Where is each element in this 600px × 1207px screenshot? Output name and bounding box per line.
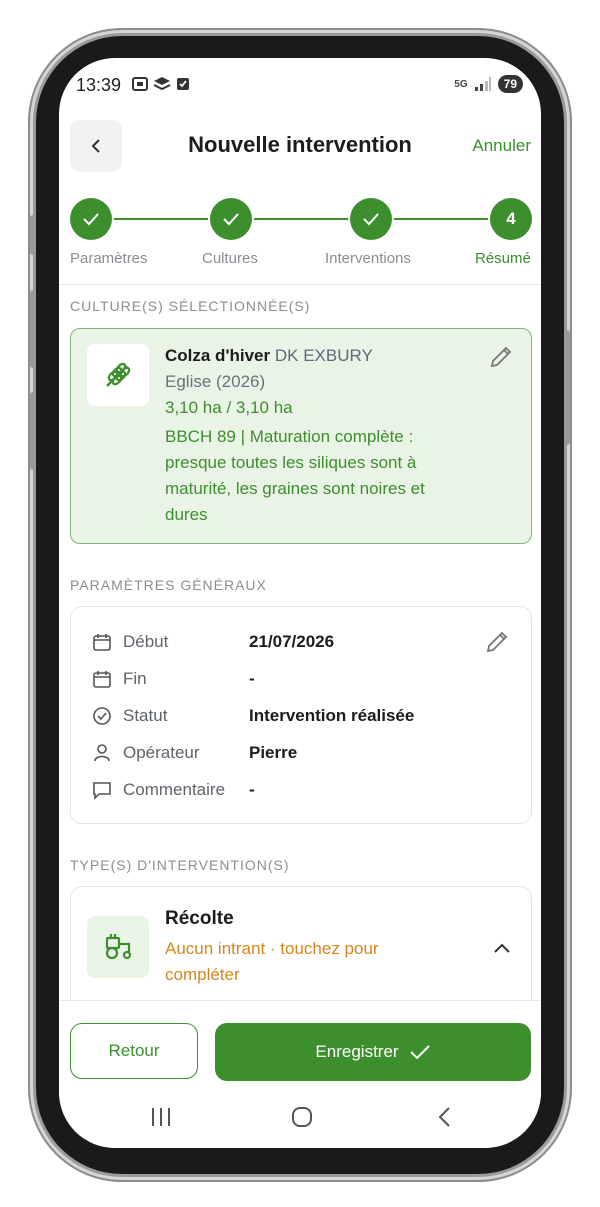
- recent-apps-icon[interactable]: [149, 1106, 173, 1135]
- cancel-button[interactable]: Annuler: [472, 136, 531, 156]
- check-icon: [223, 213, 239, 226]
- step-label-resume: Résumé: [475, 250, 531, 267]
- plot-name: Eglise (2026): [165, 372, 266, 391]
- phone-side-button: [564, 330, 570, 445]
- step-label-interventions: Interventions: [325, 250, 411, 267]
- app-screen: 13:39 5G 79 Nouvelle intervention Annule…: [59, 58, 541, 1148]
- status-right: 5G 79: [454, 75, 523, 93]
- signal-icon: [474, 77, 491, 91]
- step-3-check[interactable]: [350, 198, 392, 240]
- param-label-statut: Statut: [123, 706, 168, 725]
- bbch-stage: BBCH 89 | Maturation complète : presque …: [165, 427, 425, 524]
- intervention-type-name: Récolte: [165, 908, 234, 929]
- param-value-operateur: Pierre: [249, 743, 298, 762]
- home-icon[interactable]: [290, 1106, 314, 1135]
- intervention-type-status: Aucun intrant · touchez pour compléter: [165, 939, 379, 984]
- edit-params-pencil-icon[interactable]: [484, 629, 510, 655]
- enregistrer-button[interactable]: Enregistrer: [215, 1023, 531, 1081]
- network-label: 5G: [454, 78, 468, 90]
- crop-name: Colza d'hiver: [165, 346, 271, 365]
- battery-indicator: 79: [497, 75, 523, 93]
- step-1-check[interactable]: [70, 198, 112, 240]
- comment-icon: [92, 778, 112, 802]
- culture-name: Colza d'hiver DK EXBURY: [165, 346, 373, 366]
- check-icon: [363, 213, 379, 226]
- retour-button[interactable]: Retour: [70, 1023, 198, 1079]
- param-label-debut: Début: [123, 632, 169, 651]
- step-connector: [394, 218, 488, 220]
- edit-culture-pencil-icon[interactable]: [488, 344, 514, 370]
- param-value-statut: Intervention réalisée: [249, 706, 415, 725]
- step-label-cultures: Cultures: [202, 250, 258, 267]
- variety-name: DK EXBURY: [274, 346, 373, 365]
- enregistrer-label: Enregistrer: [315, 1042, 399, 1061]
- chevron-up-icon[interactable]: [493, 934, 511, 960]
- status-bar: 13:39 5G 79: [59, 58, 541, 110]
- wheat-icon: [87, 344, 149, 406]
- notification-icons: [132, 75, 192, 97]
- param-value-debut: 21/07/2026: [249, 632, 335, 651]
- param-label-commentaire: Commentaire: [123, 780, 226, 799]
- step-2-check[interactable]: [210, 198, 252, 240]
- phone-side-button: [30, 392, 36, 470]
- area-value: 3,10 ha / 3,10 ha: [165, 398, 293, 417]
- section-title-cultures: CULTURE(S) SÉLECTIONNÉE(S): [70, 298, 311, 314]
- step-label-parametres: Paramètres: [70, 250, 148, 267]
- param-label-fin: Fin: [123, 669, 147, 688]
- phone-side-button: [30, 215, 36, 255]
- status-time: 13:39: [76, 75, 122, 95]
- calendar-icon: [92, 667, 112, 691]
- step-connector: [114, 218, 208, 220]
- step-connector: [254, 218, 348, 220]
- nav-back-icon[interactable]: [433, 1106, 457, 1135]
- check-icon: [83, 213, 99, 226]
- step-4-number[interactable]: 4: [490, 198, 532, 240]
- section-title-params: PARAMÈTRES GÉNÉRAUX: [70, 577, 267, 593]
- param-label-operateur: Opérateur: [123, 743, 200, 762]
- section-title-types: TYPE(S) D'INTERVENTION(S): [70, 857, 290, 873]
- user-icon: [92, 741, 112, 765]
- param-value-commentaire: -: [249, 780, 255, 799]
- check-icon: [409, 1045, 430, 1060]
- calendar-icon: [92, 630, 112, 654]
- divider: [59, 284, 541, 285]
- tractor-icon: [87, 916, 149, 978]
- phone-side-button: [30, 290, 36, 368]
- param-value-fin: -: [249, 669, 255, 688]
- page-title: Nouvelle intervention: [188, 132, 412, 157]
- check-circle-icon: [92, 704, 112, 728]
